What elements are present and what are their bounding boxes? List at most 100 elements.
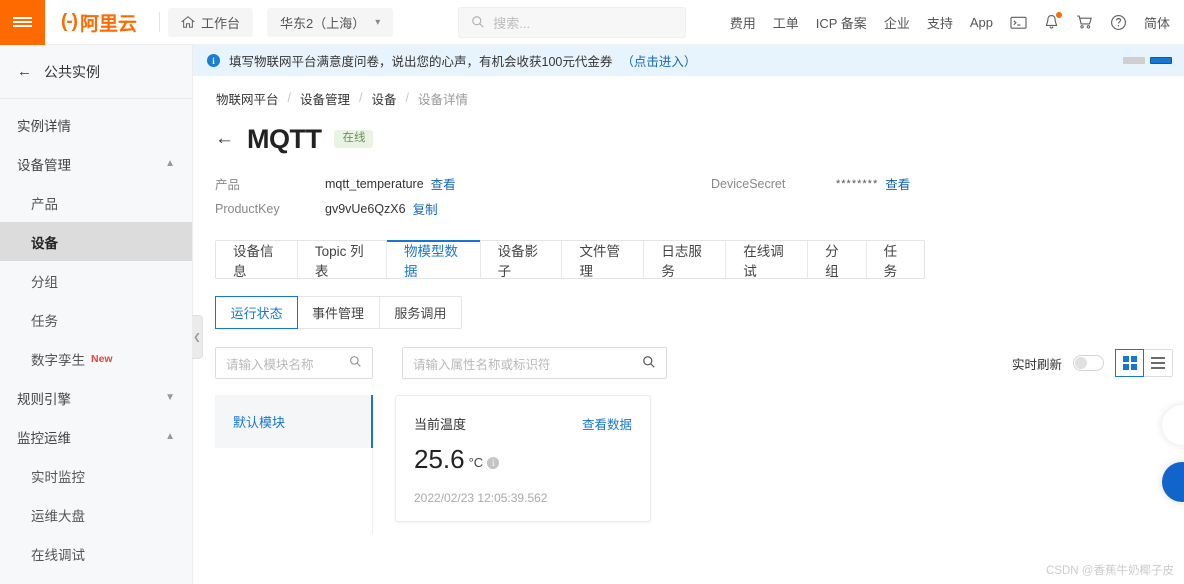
sidebar-back-label: 公共实例 — [44, 63, 100, 80]
breadcrumb-item-iot-platform[interactable]: 物联网平台 — [216, 89, 279, 108]
cart-icon[interactable] — [1076, 14, 1093, 30]
tab-thing-model-data[interactable]: 物模型数据 — [386, 240, 481, 279]
nav-item-app[interactable]: App — [970, 15, 993, 30]
breadcrumb-item-devices[interactable]: 设备 — [372, 89, 397, 108]
csdn-watermark: CSDN @香蕉牛奶椰子皮 — [1046, 565, 1174, 577]
workbench-label: 工作台 — [201, 15, 241, 31]
property-unit: °C — [468, 455, 484, 470]
sidebar-item-label: 规则引擎 — [17, 391, 71, 407]
chevron-up-icon: ▲ — [165, 431, 175, 442]
sidebar-item-instance-detail[interactable]: 实例详情 — [0, 105, 192, 144]
tab-jobs[interactable]: 任务 — [867, 241, 924, 279]
sidebar-item-digital-twin[interactable]: 数字孪生 New — [0, 339, 192, 378]
region-selector[interactable]: 华东2（上海） ▾ — [267, 7, 394, 37]
view-devicesecret-link[interactable]: 查看 — [885, 174, 910, 193]
sidebar-item-ops-dashboard[interactable]: 运维大盘 — [0, 495, 192, 534]
meta-label-devicesecret: DeviceSecret — [711, 176, 786, 191]
header-divider — [159, 12, 160, 32]
view-mode-list-button[interactable] — [1143, 350, 1172, 376]
hamburger-bar — [13, 25, 32, 27]
list-view-icon — [1150, 356, 1165, 370]
sidebar-item-device-management[interactable]: 设备管理 ▲ — [0, 144, 192, 183]
module-search-input[interactable]: 请输入模块名称 — [215, 347, 373, 379]
tab-groups[interactable]: 分组 — [808, 241, 867, 279]
nav-item-enterprise[interactable]: 企业 — [884, 13, 910, 32]
tab-label: 分组 — [825, 243, 839, 279]
property-search-input[interactable]: 请输入属性名称或标识符 — [402, 347, 667, 379]
sidebar-item-monitoring[interactable]: 监控运维 ▲ — [0, 417, 192, 456]
global-search-input[interactable]: 搜索... — [458, 6, 687, 38]
sidebar-item-rule-engine[interactable]: 规则引擎 ▼ — [0, 378, 192, 417]
subtab-label: 事件管理 — [311, 306, 364, 321]
sidebar-item-jobs[interactable]: 任务 — [0, 300, 192, 339]
sidebar-item-online-debug[interactable]: 在线调试 — [0, 534, 192, 573]
meta-value-productkey: gv9vUe6QzX6 — [325, 201, 406, 216]
realtime-refresh-toggle[interactable] — [1073, 355, 1104, 371]
terminal-icon[interactable] — [1010, 15, 1027, 30]
view-mode-grid-button[interactable] — [1115, 349, 1144, 377]
language-selector[interactable]: 简体 — [1144, 13, 1170, 32]
breadcrumb-item-device-detail: 设备详情 — [418, 92, 469, 107]
sidebar-item-products[interactable]: 产品 — [0, 183, 192, 222]
global-search-placeholder: 搜索... — [493, 15, 531, 31]
page-back-arrow-icon[interactable]: ← — [215, 128, 234, 150]
nav-item-icp[interactable]: ICP 备案 — [816, 13, 867, 32]
sidebar-item-realtime-monitor[interactable]: 实时监控 — [0, 456, 192, 495]
breadcrumb-separator: / — [287, 91, 291, 105]
help-icon[interactable] — [1110, 14, 1127, 31]
chevron-down-icon: ▼ — [165, 392, 175, 403]
sidebar-item-label: 设备 — [31, 235, 58, 251]
subtab-running-status[interactable]: 运行状态 — [215, 296, 299, 329]
sidebar-item-label: 分组 — [31, 274, 58, 290]
sidebar-item-label: 实例详情 — [17, 118, 71, 134]
nav-item-support[interactable]: 支持 — [927, 13, 953, 32]
sidebar-collapse-handle[interactable]: ❮ — [192, 315, 203, 359]
chevron-down-icon: ▾ — [375, 16, 381, 28]
hamburger-menu-icon[interactable] — [0, 0, 45, 45]
nav-item-fee[interactable]: 费用 — [730, 13, 756, 32]
subtab-event-management[interactable]: 事件管理 — [297, 297, 380, 328]
tab-label: 物模型数据 — [403, 243, 458, 279]
meta-value-devicesecret: ******** — [836, 177, 879, 190]
info-icon[interactable]: i — [487, 457, 500, 469]
tab-device-info[interactable]: 设备信息 — [216, 241, 298, 279]
tab-online-debug[interactable]: 在线调试 — [726, 241, 809, 279]
workbench-button[interactable]: 工作台 — [168, 7, 254, 37]
tab-device-shadow[interactable]: 设备影子 — [481, 241, 563, 279]
property-card: 当前温度 查看数据 25.6 °C i 2022/02/23 12:05:39.… — [395, 395, 651, 522]
tab-topic-list[interactable]: Topic 列表 — [298, 241, 387, 279]
hamburger-bar — [13, 17, 32, 19]
realtime-refresh-label: 实时刷新 — [1011, 357, 1062, 372]
survey-banner-link[interactable]: （点击进入） — [621, 51, 696, 70]
aliyun-logo[interactable]: (-) 阿里云 — [45, 9, 151, 36]
view-product-link[interactable]: 查看 — [431, 174, 456, 193]
property-search-placeholder: 请输入属性名称或标识符 — [413, 357, 551, 372]
subtab-service-invoke[interactable]: 服务调用 — [380, 297, 461, 328]
search-icon[interactable] — [349, 355, 362, 371]
sidebar-back-public-instance[interactable]: ← 公共实例 — [0, 45, 192, 99]
view-data-link[interactable]: 查看数据 — [582, 414, 632, 433]
sidebar-item-label: 运维大盘 — [31, 508, 85, 524]
sidebar-item-devices[interactable]: 设备 — [0, 222, 192, 261]
sidebar-item-label: 实时监控 — [31, 469, 85, 485]
thing-model-content: 默认模块 当前温度 查看数据 25.6 °C i 2022/02/23 12:0… — [193, 395, 1184, 533]
sidebar-item-label: 产品 — [31, 196, 58, 212]
search-icon — [472, 16, 484, 28]
tab-label: 任务 — [883, 243, 898, 279]
sidebar-item-groups[interactable]: 分组 — [0, 261, 192, 300]
home-icon — [181, 16, 195, 28]
tab-log-service[interactable]: 日志服务 — [644, 241, 727, 279]
banner-primary-button[interactable] — [1150, 57, 1172, 64]
banner-secondary-button[interactable] — [1123, 57, 1145, 64]
nav-item-ticket[interactable]: 工单 — [773, 13, 799, 32]
search-icon[interactable] — [642, 355, 656, 372]
top-header-bar: (-) 阿里云 工作台 华东2（上海） ▾ 搜索... 费用 工单 ICP 备案… — [0, 0, 1184, 45]
hamburger-bar — [13, 21, 32, 23]
sidebar-menu: 实例详情 设备管理 ▲ 产品 设备 分组 任务 数字孪生 New 规则引擎 ▼ … — [0, 99, 192, 573]
bell-icon[interactable] — [1044, 12, 1062, 30]
module-item-default[interactable]: 默认模块 — [215, 395, 373, 448]
tab-file-management[interactable]: 文件管理 — [562, 241, 645, 279]
tab-label: 文件管理 — [579, 243, 620, 279]
breadcrumb-item-device-management[interactable]: 设备管理 — [300, 89, 350, 108]
copy-productkey-link[interactable]: 复制 — [413, 199, 438, 218]
